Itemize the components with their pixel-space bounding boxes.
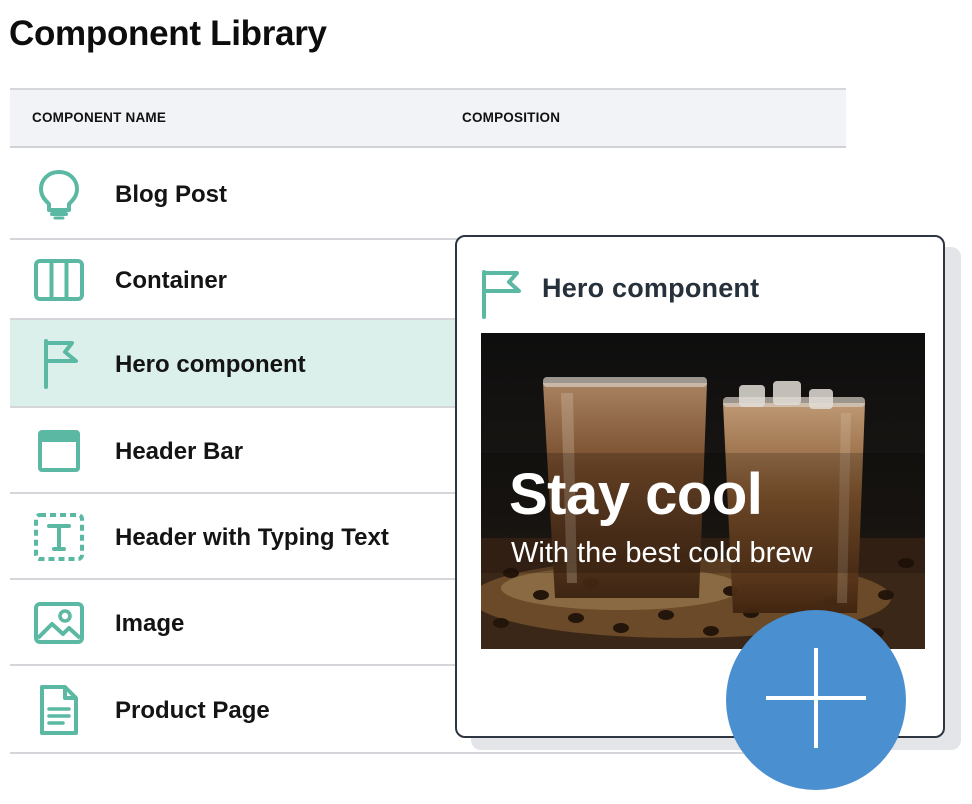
hero-headline: Stay cool <box>509 462 763 527</box>
columns-icon <box>32 253 86 307</box>
row-label: Container <box>115 267 228 294</box>
column-header-component-name[interactable]: COMPONENT NAME <box>32 110 166 125</box>
column-header-composition[interactable]: COMPOSITION <box>462 110 560 125</box>
plus-icon <box>764 646 868 755</box>
hero-preview-image: Stay cool With the best cold brew <box>481 333 925 649</box>
table-row-blog-post[interactable]: Blog Post <box>10 148 846 240</box>
row-label: Header Bar <box>115 438 244 465</box>
row-label: Image <box>115 610 185 637</box>
row-label: Blog Post <box>115 181 227 208</box>
flag-icon <box>32 337 86 391</box>
typing-text-icon <box>32 510 86 564</box>
add-component-button[interactable] <box>726 610 906 790</box>
row-label: Header with Typing Text <box>115 524 389 551</box>
table-header: COMPONENT NAME COMPOSITION <box>10 88 846 148</box>
row-label: Hero component <box>115 351 306 378</box>
page-title: Component Library <box>9 14 327 53</box>
lightbulb-icon <box>32 167 86 221</box>
hero-subheadline: With the best cold brew <box>511 537 813 569</box>
component-table: COMPONENT NAME COMPOSITION Blog Post Con… <box>10 88 846 754</box>
preview-title: Hero component <box>542 273 760 303</box>
document-icon <box>32 683 86 737</box>
image-icon <box>32 596 86 650</box>
row-label: Product Page <box>115 697 270 724</box>
header-bar-icon <box>32 424 86 478</box>
flag-icon <box>479 269 523 324</box>
